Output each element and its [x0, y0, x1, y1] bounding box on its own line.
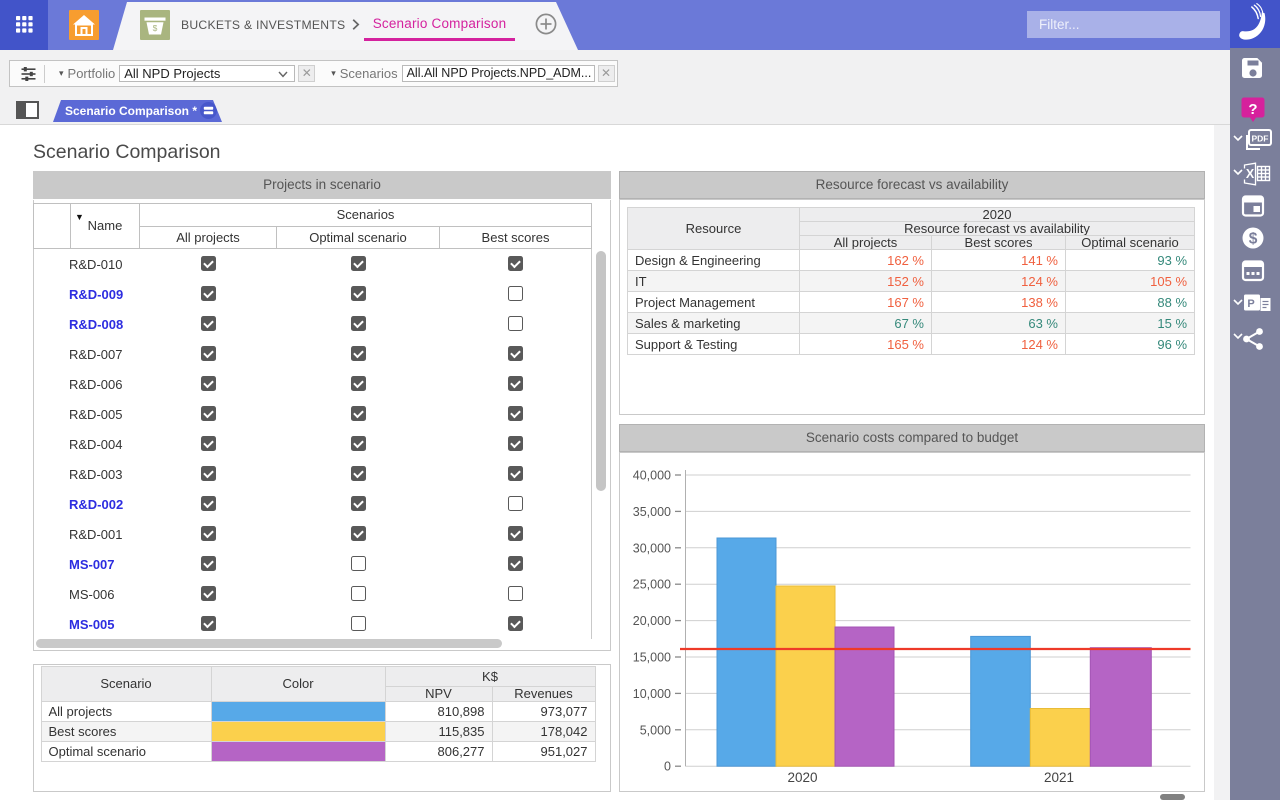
svg-text:25,000: 25,000 [633, 578, 671, 592]
svg-text:PDF: PDF [1252, 134, 1269, 144]
svg-text:30,000: 30,000 [633, 541, 671, 555]
svg-text:5,000: 5,000 [640, 723, 671, 737]
svg-text:0: 0 [664, 760, 671, 774]
svg-text:2021: 2021 [1044, 770, 1074, 785]
svg-text:40,000: 40,000 [633, 469, 671, 483]
svg-text:$: $ [153, 23, 158, 33]
svg-text:15,000: 15,000 [633, 651, 671, 665]
svg-text:35,000: 35,000 [633, 505, 671, 519]
svg-text:X: X [1246, 167, 1255, 181]
svg-text:2020: 2020 [787, 770, 817, 785]
svg-text:20,000: 20,000 [633, 614, 671, 628]
svg-text:$: $ [1249, 231, 1258, 248]
svg-text:10,000: 10,000 [633, 687, 671, 701]
svg-text:?: ? [1248, 101, 1257, 118]
svg-text:P: P [1247, 298, 1254, 310]
